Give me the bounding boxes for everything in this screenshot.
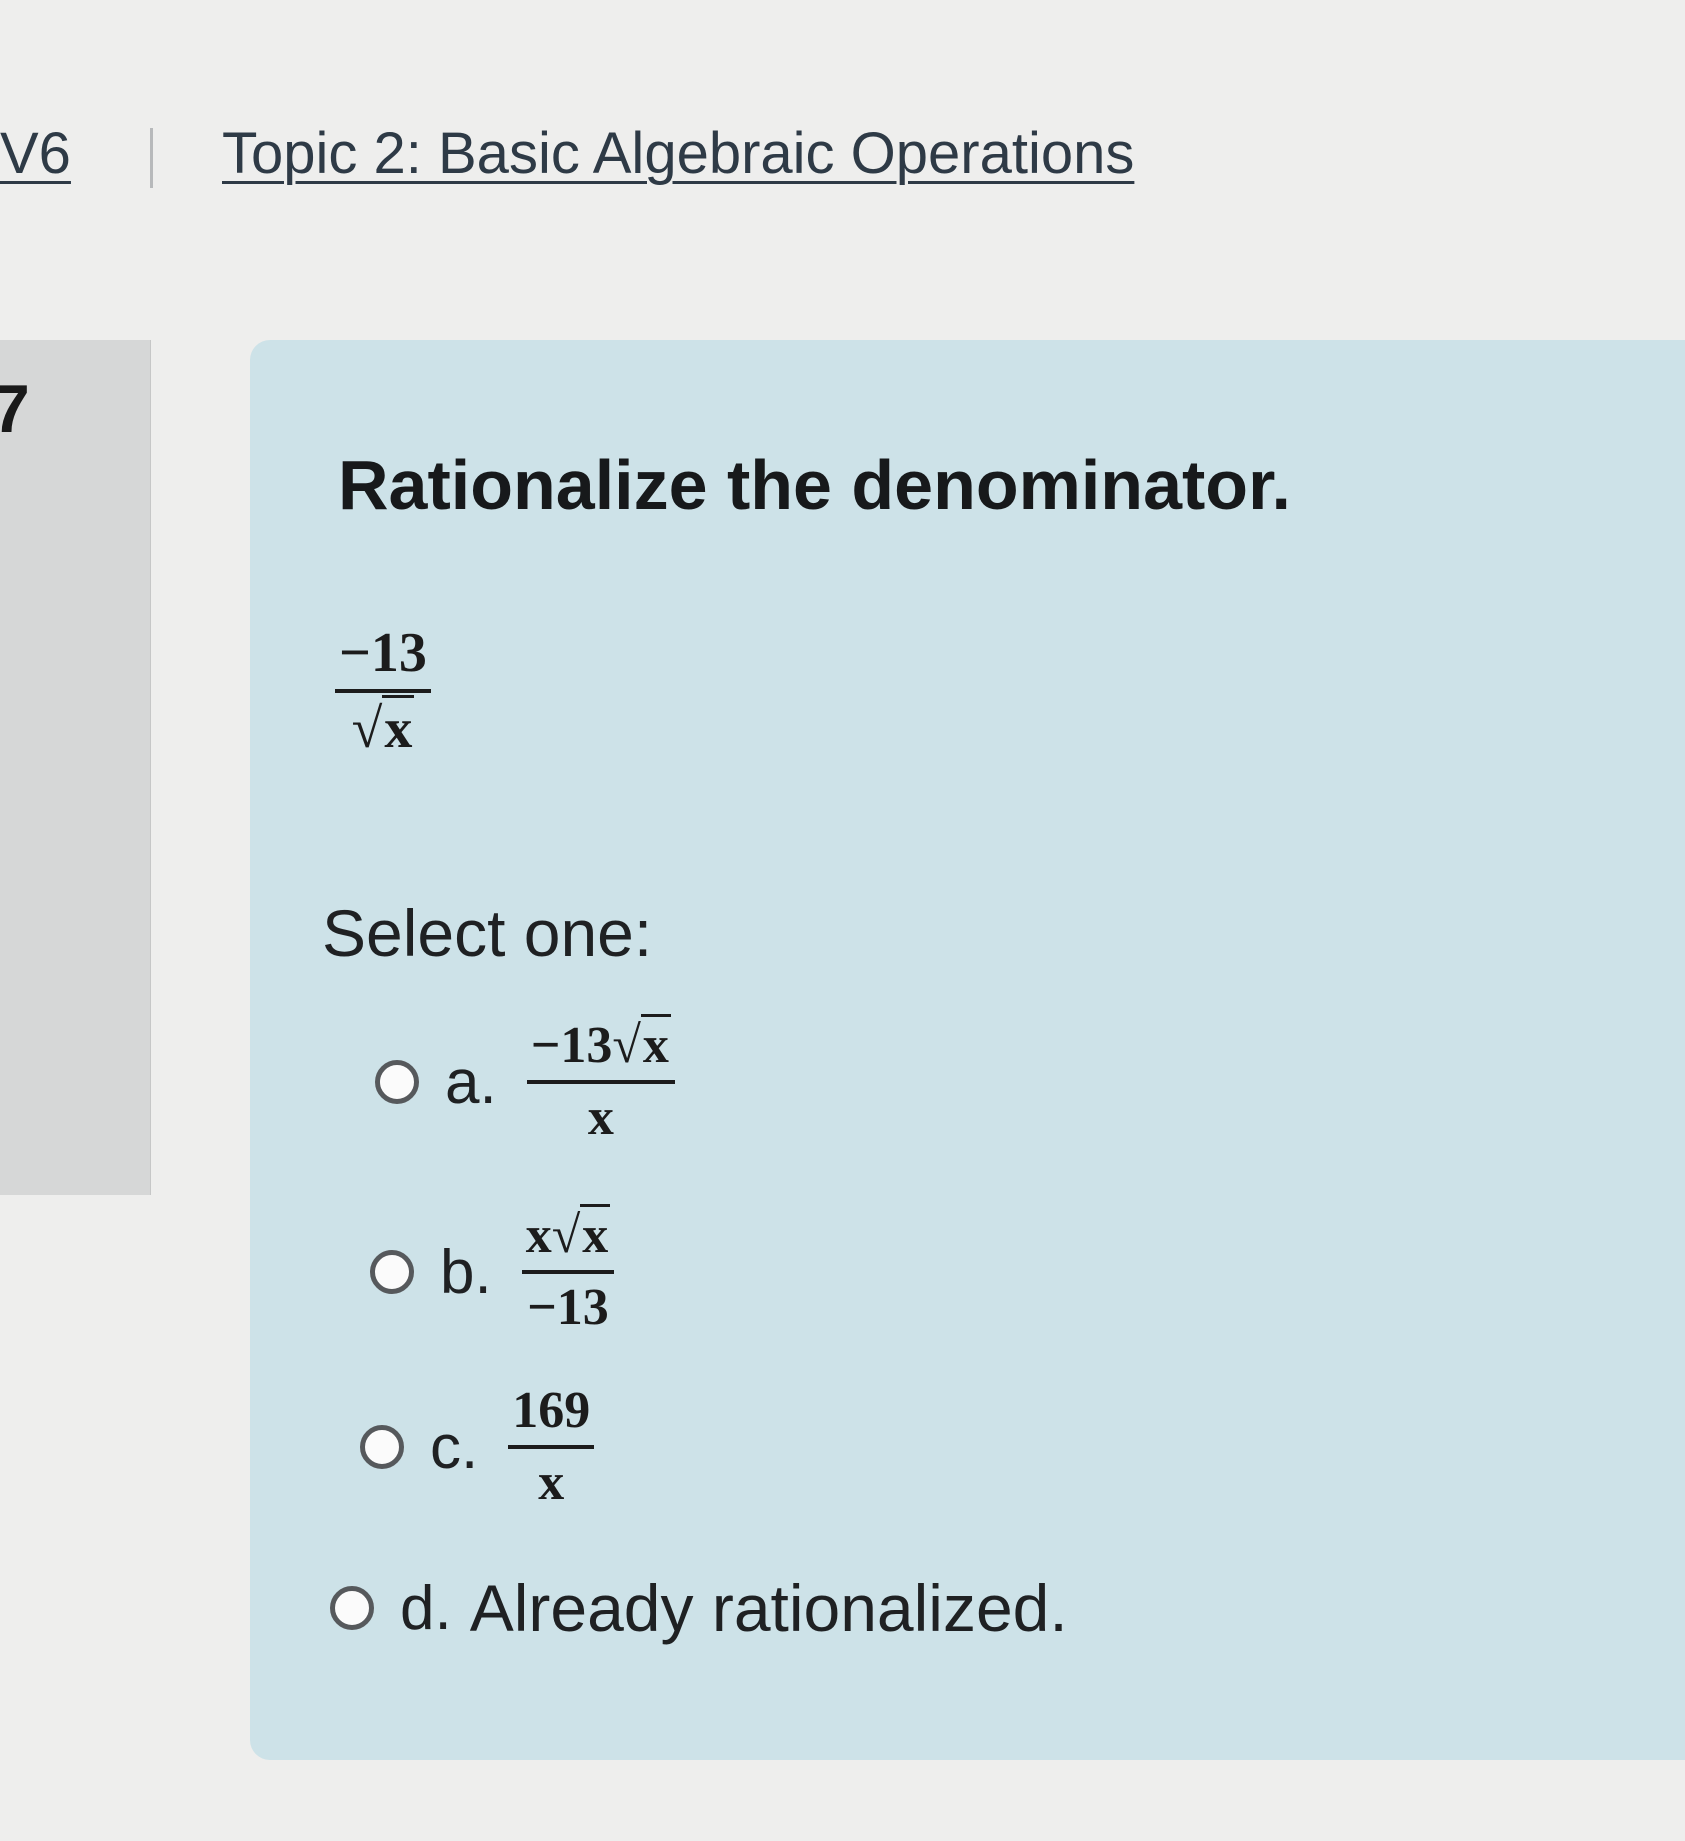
option-b-fraction: x√x −13 — [521, 1204, 615, 1336]
option-b-letter: b. — [440, 1237, 492, 1307]
question-number: 7 — [0, 371, 30, 447]
expression-denominator: √x — [335, 693, 431, 760]
question-text: Rationalize the denominator. — [338, 446, 1291, 524]
option-d-text: Already rationalized. — [469, 1571, 1068, 1645]
breadcrumb: V6 Topic 2: Basic Algebraic Operations — [0, 120, 1685, 210]
radical: √x — [352, 695, 415, 760]
expression-numerator: −13 — [335, 625, 431, 693]
option-d-letter: d. — [400, 1573, 452, 1643]
option-a-numerator: −13√x — [526, 1014, 675, 1084]
option-d[interactable]: d. Already rationalized. — [330, 1570, 1068, 1646]
option-a-denominator: x — [587, 1089, 614, 1146]
breadcrumb-separator — [150, 128, 153, 188]
option-b[interactable]: b. x√x −13 — [370, 1204, 615, 1336]
option-c-letter: c. — [430, 1412, 479, 1482]
option-a-fraction: −13√x x — [526, 1014, 675, 1146]
option-b-radio[interactable] — [370, 1250, 414, 1294]
option-b-numerator: x√x — [521, 1204, 615, 1274]
option-c[interactable]: c. 169 x — [360, 1385, 595, 1511]
question-info-panel: 7 — [0, 340, 151, 1195]
question-expression: −13 √x — [335, 625, 431, 760]
option-c-denominator: x — [538, 1454, 565, 1511]
breadcrumb-course-link[interactable]: V6 — [0, 120, 71, 187]
option-a-radio[interactable] — [375, 1060, 419, 1104]
option-c-fraction: 169 x — [508, 1385, 595, 1511]
option-c-numerator: 169 — [508, 1385, 595, 1449]
option-a-letter: a. — [445, 1047, 497, 1117]
select-one-prompt: Select one: — [322, 896, 653, 970]
option-b-denominator: −13 — [527, 1279, 609, 1336]
option-a[interactable]: a. −13√x x — [375, 1014, 675, 1146]
breadcrumb-topic-link[interactable]: Topic 2: Basic Algebraic Operations — [222, 120, 1134, 187]
option-d-radio[interactable] — [330, 1586, 374, 1630]
option-c-radio[interactable] — [360, 1425, 404, 1469]
